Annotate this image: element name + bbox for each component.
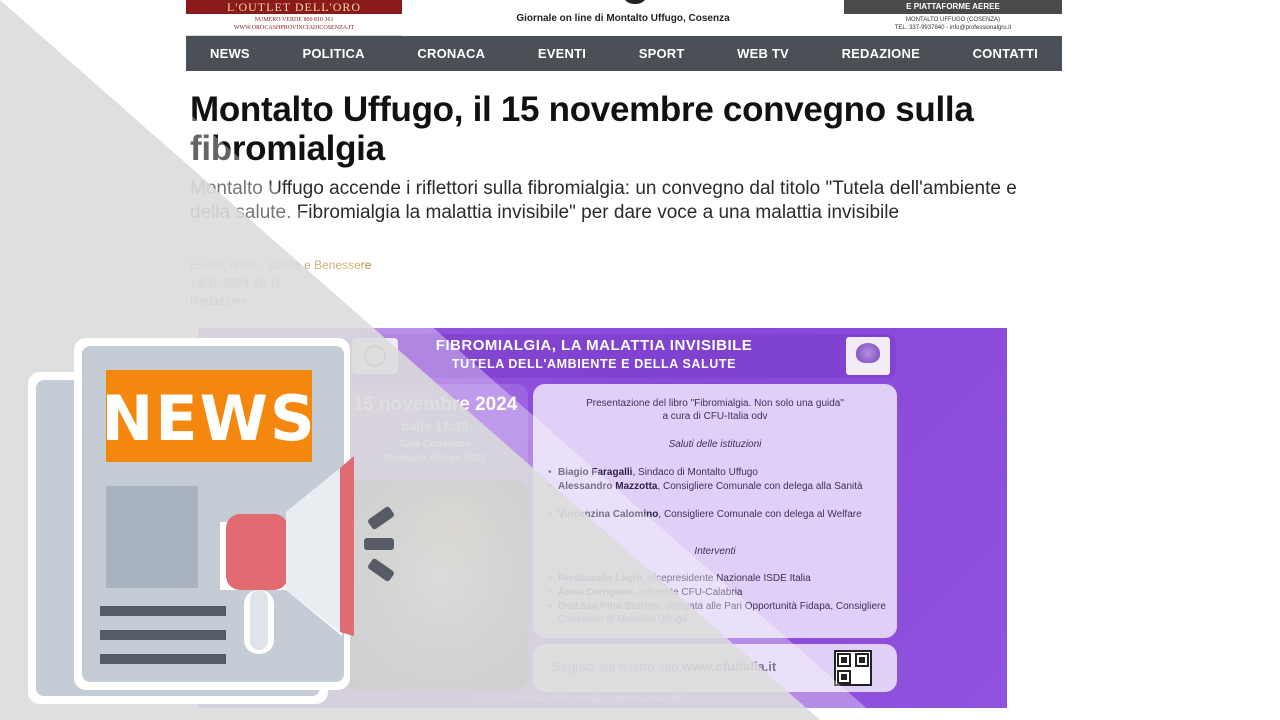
poster-speaker-item: Anna Cerrigone, referente CFU-Calabria	[548, 586, 888, 599]
poster-title: FIBROMIALGIA, LA MALATTIA INVISIBILE	[435, 337, 753, 354]
article-title: Montalto Uffugo, il 15 novembre convegno…	[190, 90, 974, 168]
article-categories: Eventi, News, Salute e Benessere	[190, 258, 372, 272]
speaker-name: Anna Cerrigone	[558, 587, 634, 598]
right-ad-location: MONTALTO UFFUGO (COSENZA)	[906, 17, 1000, 23]
left-ad-website: WWW.OROCASHPROVINCIADICOSENZA.IT	[233, 25, 355, 31]
category-link-news[interactable]: News	[230, 258, 260, 272]
article-author: Redazione	[190, 294, 248, 308]
article-lead: Montalto Uffugo accende i riflettori sul…	[190, 178, 1017, 223]
poster-follow-text: Seguici sul nostro sito www.cfuitalia.it	[552, 659, 776, 674]
speaker-name: Dott.ssa Pina Sturino	[558, 601, 660, 612]
follow-url: www.cfuitalia.it	[682, 659, 777, 674]
poster-greeting-item: Alessandro Mazzotta, Consigliere Comunal…	[548, 480, 888, 493]
nav-item-politica[interactable]: POLITICA	[302, 46, 364, 61]
left-header-ad[interactable]: L'OUTLET DELL'ORO NUMERO VERDE 800 810 3…	[186, 0, 402, 36]
speaker-name: Alessandro Mazzotta	[558, 481, 658, 492]
poster-presentation-title: Presentazione del libro "Fibromialgia. N…	[586, 398, 844, 409]
poster-greeting-item: Vincenzina Calomino, Consigliere Comunal…	[548, 508, 888, 521]
left-ad-phone: NUMERO VERDE 800 810 361	[254, 17, 334, 23]
poster-subtitle: TUTELA DELL'AMBIENTE E DELLA SALUTE	[451, 357, 737, 371]
tree-logo-icon	[856, 343, 880, 363]
site-tagline: Giornale on line di Montalto Uffugo, Cos…	[516, 13, 730, 24]
speaker-role: , Sindaco di Montalto Uffugo	[632, 467, 758, 478]
site-logo-fragment[interactable]	[622, 0, 648, 4]
speaker-name: Ferdinando Laghi	[558, 573, 642, 584]
speaker-role: , Consigliere Comunale con delega al Wel…	[658, 509, 862, 520]
nav-item-web-tv[interactable]: WEB TV	[737, 46, 789, 61]
nav-item-cronaca[interactable]: CRONACA	[417, 46, 485, 61]
left-ad-brand: L'OUTLET DELL'ORO	[226, 0, 362, 14]
speaker-role: , Consigliere Comunale con delega alla S…	[657, 481, 863, 492]
speaker-role: , Vicepresidente Nazionale ISDE Italia	[641, 573, 811, 584]
right-ad-contact: TEL. 337-9937840 - info@professionalgru.…	[894, 25, 1012, 31]
qr-code-icon	[834, 650, 872, 686]
nav-item-contatti[interactable]: CONTATTI	[973, 46, 1038, 61]
news-label: NEWS	[101, 382, 316, 455]
poster-greeting-item: Biagio Faragalli, Sindaco di Montalto Uf…	[548, 466, 888, 479]
gold-leaf-decoration	[408, 490, 498, 570]
right-ad-bar-text: E PIATTAFORME AEREE	[906, 2, 1000, 11]
poster-footer-address: CFU-Italia odv Via Orsenigo 21, 40055 Ca…	[513, 696, 687, 703]
news-megaphone-icon: NEWS	[28, 338, 394, 704]
speaker-name: Vincenzina Calomino	[558, 509, 659, 520]
speaker-role: , referente CFU-Calabria	[633, 587, 743, 598]
category-link-salute-benessere[interactable]: Salute e Benessere	[267, 258, 372, 272]
poster-speaker-item: Ferdinando Laghi, Vicepresidente Naziona…	[548, 572, 888, 585]
main-nav: NEWS POLITICA CRONACA EVENTI SPORT WEB T…	[186, 36, 1062, 71]
nav-item-eventi[interactable]: EVENTI	[538, 46, 586, 61]
nav-item-sport[interactable]: SPORT	[639, 46, 685, 61]
poster-logo-right	[846, 337, 890, 375]
nav-item-redazione[interactable]: REDAZIONE	[842, 46, 920, 61]
follow-prefix: Seguici sul nostro sito	[552, 659, 683, 674]
speaker-name: Biagio Faragalli	[558, 467, 633, 478]
poster-presentation-author: a cura di CFU-Italia odv	[662, 411, 768, 422]
category-link-eventi[interactable]: Eventi	[190, 258, 223, 272]
poster-speaker-item: Dott.ssa Pina Sturino, delegata alle Par…	[548, 600, 888, 626]
article-date: 14/11/2024 18:11	[190, 276, 282, 290]
right-header-ad[interactable]: E PIATTAFORME AEREE MONTALTO UFFUGO (COS…	[844, 0, 1062, 36]
nav-item-news[interactable]: NEWS	[210, 46, 250, 61]
poster-greetings-heading: Saluti delle istituzioni	[668, 439, 762, 450]
poster-speakers-heading: Interventi	[694, 546, 736, 557]
